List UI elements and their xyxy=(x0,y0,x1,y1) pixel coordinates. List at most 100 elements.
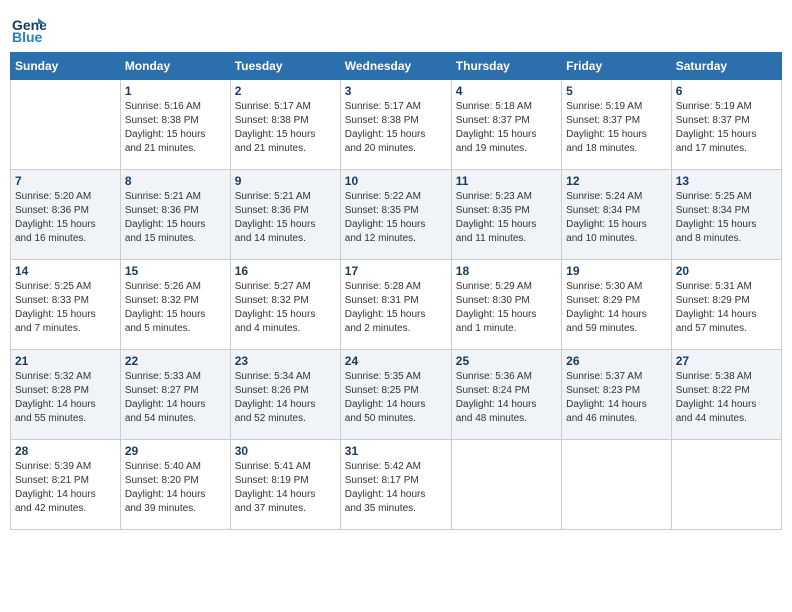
calendar-cell: 19 Sunrise: 5:30 AM Sunset: 8:29 PM Dayli… xyxy=(562,260,672,350)
day-info: Sunrise: 5:20 AM Sunset: 8:36 PM Dayligh… xyxy=(15,190,116,246)
logo-icon: General Blue xyxy=(10,10,46,46)
day-number: 22 xyxy=(125,354,226,368)
weekday-header: Monday xyxy=(120,53,230,80)
calendar-cell: 21 Sunrise: 5:32 AM Sunset: 8:28 PM Dayli… xyxy=(11,350,121,440)
day-number: 15 xyxy=(125,264,226,278)
day-number: 20 xyxy=(676,264,777,278)
day-info: Sunrise: 5:41 AM Sunset: 8:19 PM Dayligh… xyxy=(235,460,336,516)
calendar-cell: 10 Sunrise: 5:22 AM Sunset: 8:35 PM Dayli… xyxy=(340,170,451,260)
day-number: 12 xyxy=(566,174,667,188)
calendar-cell: 29 Sunrise: 5:40 AM Sunset: 8:20 PM Dayli… xyxy=(120,440,230,530)
day-info: Sunrise: 5:30 AM Sunset: 8:29 PM Dayligh… xyxy=(566,280,667,336)
calendar-cell xyxy=(451,440,561,530)
day-number: 6 xyxy=(676,84,777,98)
weekday-header: Sunday xyxy=(11,53,121,80)
day-number: 9 xyxy=(235,174,336,188)
calendar-cell: 3 Sunrise: 5:17 AM Sunset: 8:38 PM Daylig… xyxy=(340,80,451,170)
weekday-header: Thursday xyxy=(451,53,561,80)
day-info: Sunrise: 5:26 AM Sunset: 8:32 PM Dayligh… xyxy=(125,280,226,336)
day-number: 1 xyxy=(125,84,226,98)
calendar-cell: 15 Sunrise: 5:26 AM Sunset: 8:32 PM Dayli… xyxy=(120,260,230,350)
weekday-header: Wednesday xyxy=(340,53,451,80)
day-number: 28 xyxy=(15,444,116,458)
day-number: 27 xyxy=(676,354,777,368)
day-info: Sunrise: 5:17 AM Sunset: 8:38 PM Dayligh… xyxy=(345,100,447,156)
day-number: 21 xyxy=(15,354,116,368)
day-info: Sunrise: 5:21 AM Sunset: 8:36 PM Dayligh… xyxy=(125,190,226,246)
day-info: Sunrise: 5:31 AM Sunset: 8:29 PM Dayligh… xyxy=(676,280,777,336)
calendar-cell: 22Sunrise: 5:33 AM Sunset: 8:27 PM Dayli… xyxy=(120,350,230,440)
day-info: Sunrise: 5:22 AM Sunset: 8:35 PM Dayligh… xyxy=(345,190,447,246)
day-info: Sunrise: 5:29 AM Sunset: 8:30 PM Dayligh… xyxy=(456,280,557,336)
calendar-cell xyxy=(671,440,781,530)
day-info: Sunrise: 5:35 AM Sunset: 8:25 PM Dayligh… xyxy=(345,370,447,426)
day-number: 17 xyxy=(345,264,447,278)
day-number: 18 xyxy=(456,264,557,278)
day-number: 2 xyxy=(235,84,336,98)
day-info: Sunrise: 5:36 AM Sunset: 8:24 PM Dayligh… xyxy=(456,370,557,426)
day-number: 19 xyxy=(566,264,667,278)
day-info: Sunrise: 5:25 AM Sunset: 8:34 PM Dayligh… xyxy=(676,190,777,246)
calendar-cell: 25 Sunrise: 5:36 AM Sunset: 8:24 PM Dayli… xyxy=(451,350,561,440)
day-number: 24 xyxy=(345,354,447,368)
svg-text:Blue: Blue xyxy=(12,29,43,45)
day-info: Sunrise: 5:25 AM Sunset: 8:33 PM Dayligh… xyxy=(15,280,116,336)
calendar-cell: 28 Sunrise: 5:39 AM Sunset: 8:21 PM Dayli… xyxy=(11,440,121,530)
calendar-week-row: 21 Sunrise: 5:32 AM Sunset: 8:28 PM Dayli… xyxy=(11,350,782,440)
day-info: Sunrise: 5:37 AM Sunset: 8:23 PM Dayligh… xyxy=(566,370,667,426)
calendar-cell: 26 Sunrise: 5:37 AM Sunset: 8:23 PM Dayli… xyxy=(562,350,672,440)
day-number: 25 xyxy=(456,354,557,368)
day-number: 13 xyxy=(676,174,777,188)
day-number: 26 xyxy=(566,354,667,368)
header: General Blue xyxy=(10,10,782,46)
calendar-cell: 16 Sunrise: 5:27 AM Sunset: 8:32 PM Dayli… xyxy=(230,260,340,350)
calendar-cell: 5 Sunrise: 5:19 AM Sunset: 8:37 PM Daylig… xyxy=(562,80,672,170)
calendar-cell: 4Sunrise: 5:18 AM Sunset: 8:37 PM Daylig… xyxy=(451,80,561,170)
calendar-cell: 24 Sunrise: 5:35 AM Sunset: 8:25 PM Dayli… xyxy=(340,350,451,440)
weekday-header: Friday xyxy=(562,53,672,80)
day-info: Sunrise: 5:32 AM Sunset: 8:28 PM Dayligh… xyxy=(15,370,116,426)
calendar-cell: 13 Sunrise: 5:25 AM Sunset: 8:34 PM Dayli… xyxy=(671,170,781,260)
day-number: 16 xyxy=(235,264,336,278)
calendar-table: SundayMondayTuesdayWednesdayThursdayFrid… xyxy=(10,52,782,530)
day-number: 3 xyxy=(345,84,447,98)
day-number: 7 xyxy=(15,174,116,188)
calendar-header: SundayMondayTuesdayWednesdayThursdayFrid… xyxy=(11,53,782,80)
calendar-cell: 31Sunrise: 5:42 AM Sunset: 8:17 PM Dayli… xyxy=(340,440,451,530)
day-number: 5 xyxy=(566,84,667,98)
day-number: 11 xyxy=(456,174,557,188)
calendar-body: 1Sunrise: 5:16 AM Sunset: 8:38 PM Daylig… xyxy=(11,80,782,530)
calendar-week-row: 14 Sunrise: 5:25 AM Sunset: 8:33 PM Dayli… xyxy=(11,260,782,350)
calendar-cell: 14 Sunrise: 5:25 AM Sunset: 8:33 PM Dayli… xyxy=(11,260,121,350)
day-info: Sunrise: 5:39 AM Sunset: 8:21 PM Dayligh… xyxy=(15,460,116,516)
day-info: Sunrise: 5:18 AM Sunset: 8:37 PM Dayligh… xyxy=(456,100,557,156)
calendar-cell: 30Sunrise: 5:41 AM Sunset: 8:19 PM Dayli… xyxy=(230,440,340,530)
day-info: Sunrise: 5:38 AM Sunset: 8:22 PM Dayligh… xyxy=(676,370,777,426)
day-info: Sunrise: 5:19 AM Sunset: 8:37 PM Dayligh… xyxy=(566,100,667,156)
calendar-cell: 8 Sunrise: 5:21 AM Sunset: 8:36 PM Daylig… xyxy=(120,170,230,260)
calendar-cell: 18 Sunrise: 5:29 AM Sunset: 8:30 PM Dayli… xyxy=(451,260,561,350)
day-info: Sunrise: 5:40 AM Sunset: 8:20 PM Dayligh… xyxy=(125,460,226,516)
day-info: Sunrise: 5:19 AM Sunset: 8:37 PM Dayligh… xyxy=(676,100,777,156)
day-info: Sunrise: 5:27 AM Sunset: 8:32 PM Dayligh… xyxy=(235,280,336,336)
calendar-cell: 2 Sunrise: 5:17 AM Sunset: 8:38 PM Daylig… xyxy=(230,80,340,170)
day-info: Sunrise: 5:17 AM Sunset: 8:38 PM Dayligh… xyxy=(235,100,336,156)
day-number: 8 xyxy=(125,174,226,188)
day-number: 10 xyxy=(345,174,447,188)
weekday-header: Tuesday xyxy=(230,53,340,80)
day-info: Sunrise: 5:24 AM Sunset: 8:34 PM Dayligh… xyxy=(566,190,667,246)
day-number: 31 xyxy=(345,444,447,458)
day-number: 29 xyxy=(125,444,226,458)
calendar-cell: 27 Sunrise: 5:38 AM Sunset: 8:22 PM Dayli… xyxy=(671,350,781,440)
calendar-cell: 23 Sunrise: 5:34 AM Sunset: 8:26 PM Dayli… xyxy=(230,350,340,440)
calendar-cell: 11Sunrise: 5:23 AM Sunset: 8:35 PM Dayli… xyxy=(451,170,561,260)
day-number: 14 xyxy=(15,264,116,278)
calendar-week-row: 1Sunrise: 5:16 AM Sunset: 8:38 PM Daylig… xyxy=(11,80,782,170)
calendar-cell: 1Sunrise: 5:16 AM Sunset: 8:38 PM Daylig… xyxy=(120,80,230,170)
day-info: Sunrise: 5:34 AM Sunset: 8:26 PM Dayligh… xyxy=(235,370,336,426)
calendar-cell: 9Sunrise: 5:21 AM Sunset: 8:36 PM Daylig… xyxy=(230,170,340,260)
day-number: 23 xyxy=(235,354,336,368)
calendar-cell xyxy=(11,80,121,170)
calendar-cell: 20 Sunrise: 5:31 AM Sunset: 8:29 PM Dayli… xyxy=(671,260,781,350)
calendar-cell: 12 Sunrise: 5:24 AM Sunset: 8:34 PM Dayli… xyxy=(562,170,672,260)
